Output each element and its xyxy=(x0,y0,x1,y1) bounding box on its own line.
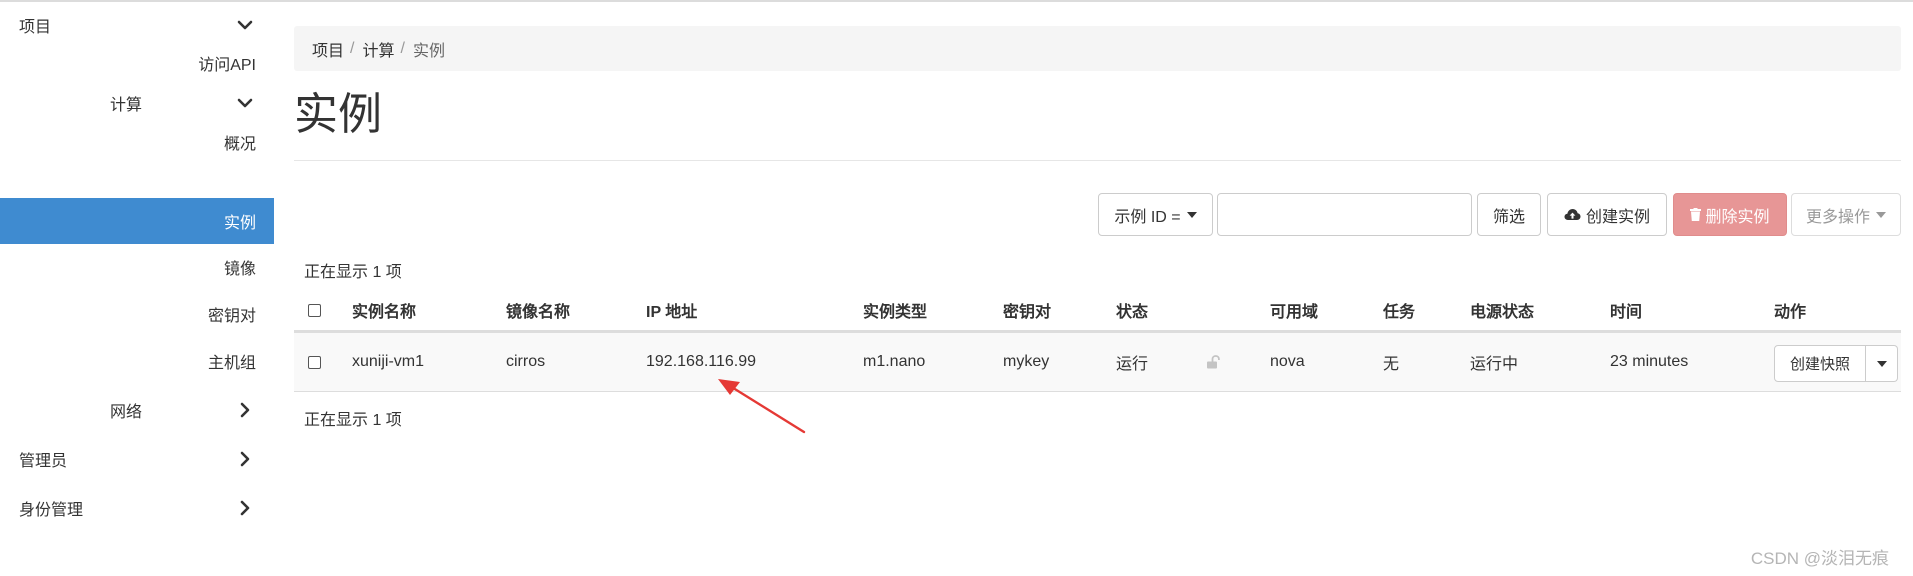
breadcrumb-separator: / xyxy=(350,39,355,57)
item-count-top: 正在显示 1 项 xyxy=(304,264,402,281)
col-header-flavor[interactable]: 实例类型 xyxy=(863,290,927,330)
table-header: 实例名称 镜像名称 IP 地址 实例类型 密钥对 状态 可用域 任务 电源状态 … xyxy=(294,290,1901,333)
sidebar-item-instances[interactable]: 实例 xyxy=(0,198,274,244)
caret-down-icon xyxy=(1186,211,1197,218)
col-header-time[interactable]: 时间 xyxy=(1610,290,1642,330)
delete-instance-button[interactable]: 删除实例 xyxy=(1673,193,1787,236)
annotation-arrow xyxy=(718,379,806,434)
instance-age: 23 minutes xyxy=(1610,353,1689,370)
instance-task: 无 xyxy=(1383,356,1400,373)
unlock-icon xyxy=(1206,333,1220,391)
select-all-cell xyxy=(308,290,321,330)
row-action-split-button: 创建快照 xyxy=(1774,345,1898,382)
sidebar-item-label: 密钥对 xyxy=(207,308,256,325)
col-header-name[interactable]: 实例名称 xyxy=(352,290,416,330)
row-checkbox[interactable] xyxy=(308,355,321,369)
sidebar-item-admin[interactable]: 管理员 xyxy=(0,436,274,482)
sidebar-item-label: 网络 xyxy=(110,404,143,421)
main-content: 项目 / 计算 / 实例 实例 示例 ID = 筛选 创建实例 删除实例 更多操… xyxy=(294,2,1901,576)
caret-down-icon xyxy=(1876,211,1886,218)
table-row: xuniji-vm1 cirros 192.168.116.99 m1.nano… xyxy=(294,333,1901,392)
col-header-az[interactable]: 可用域 xyxy=(1270,290,1318,330)
breadcrumb-item-project[interactable]: 项目 xyxy=(312,37,344,61)
col-header-image[interactable]: 镜像名称 xyxy=(506,290,570,330)
sidebar: 项目 访问API 计算 概况 实例 镜像 密钥对 主机组 网络 管理员 身份管理 xyxy=(0,2,274,576)
sidebar-item-label: 概况 xyxy=(223,136,256,153)
sidebar-item-label: 镜像 xyxy=(223,261,256,278)
sidebar-item-label: 项目 xyxy=(19,19,52,36)
row-actions-dropdown-toggle[interactable] xyxy=(1866,345,1898,382)
breadcrumb-separator: / xyxy=(400,39,405,57)
breadcrumb-item-current: 实例 xyxy=(412,42,445,60)
sidebar-item-identity[interactable]: 身份管理 xyxy=(0,485,274,531)
instance-keypair: mykey xyxy=(1003,353,1050,370)
sidebar-item-host-groups[interactable]: 主机组 xyxy=(0,338,274,384)
create-snapshot-button[interactable]: 创建快照 xyxy=(1774,345,1866,382)
breadcrumb-item-compute[interactable]: 计算 xyxy=(362,37,394,61)
trash-icon xyxy=(1690,208,1702,221)
page-title: 实例 xyxy=(294,90,382,139)
col-header-ip[interactable]: IP 地址 xyxy=(646,290,697,330)
table-toolbar: 示例 ID = 筛选 创建实例 删除实例 更多操作 xyxy=(294,193,1901,236)
sidebar-item-network[interactable]: 网络 xyxy=(0,387,274,433)
sidebar-item-label: 计算 xyxy=(110,97,143,114)
col-header-power[interactable]: 电源状态 xyxy=(1470,290,1534,330)
instance-flavor-link[interactable]: m1.nano xyxy=(863,333,925,391)
filter-field-label: 示例 ID = xyxy=(1114,208,1181,226)
chevron-right-icon xyxy=(236,401,254,419)
sidebar-item-images[interactable]: 镜像 xyxy=(0,244,274,290)
col-header-actions: 动作 xyxy=(1774,304,1807,321)
sidebar-item-label: 访问API xyxy=(198,57,256,74)
watermark: CSDN @淡泪无痕 xyxy=(1750,549,1889,568)
instance-power-state: 运行中 xyxy=(1470,356,1519,373)
delete-instance-label: 删除实例 xyxy=(1705,208,1770,226)
sidebar-item-label: 身份管理 xyxy=(19,502,84,519)
more-actions-label: 更多操作 xyxy=(1805,208,1870,226)
filter-button[interactable]: 筛选 xyxy=(1477,193,1541,236)
cloud-upload-icon xyxy=(1564,208,1581,220)
sidebar-item-label: 实例 xyxy=(223,215,256,232)
sidebar-item-overview[interactable]: 概况 xyxy=(0,119,274,165)
sidebar-item-label: 主机组 xyxy=(207,355,256,372)
instance-image: cirros xyxy=(506,353,546,370)
select-all-checkbox[interactable] xyxy=(308,303,321,317)
create-instance-label: 创建实例 xyxy=(1585,208,1650,226)
chevron-down-icon xyxy=(236,94,254,112)
row-select-cell xyxy=(308,333,321,391)
filter-field-dropdown[interactable]: 示例 ID = xyxy=(1098,193,1213,236)
item-count-bottom: 正在显示 1 项 xyxy=(304,412,402,429)
col-header-keypair[interactable]: 密钥对 xyxy=(1003,290,1051,330)
chevron-down-icon xyxy=(236,16,254,34)
title-divider xyxy=(294,160,1901,161)
more-actions-button[interactable]: 更多操作 xyxy=(1791,193,1901,236)
chevron-right-icon xyxy=(236,450,254,468)
create-instance-button[interactable]: 创建实例 xyxy=(1547,193,1667,236)
filter-input[interactable] xyxy=(1217,193,1472,236)
chevron-right-icon xyxy=(236,499,254,517)
col-header-task[interactable]: 任务 xyxy=(1383,290,1415,330)
caret-down-icon xyxy=(1876,360,1887,367)
instance-status: 运行 xyxy=(1116,356,1149,373)
instance-name-link[interactable]: xuniji-vm1 xyxy=(352,333,424,391)
col-header-status[interactable]: 状态 xyxy=(1116,290,1148,330)
sidebar-item-key-pairs[interactable]: 密钥对 xyxy=(0,291,274,337)
breadcrumb: 项目 / 计算 / 实例 xyxy=(294,26,1901,71)
sidebar-item-label: 管理员 xyxy=(19,453,68,470)
instance-az: nova xyxy=(1270,353,1305,370)
